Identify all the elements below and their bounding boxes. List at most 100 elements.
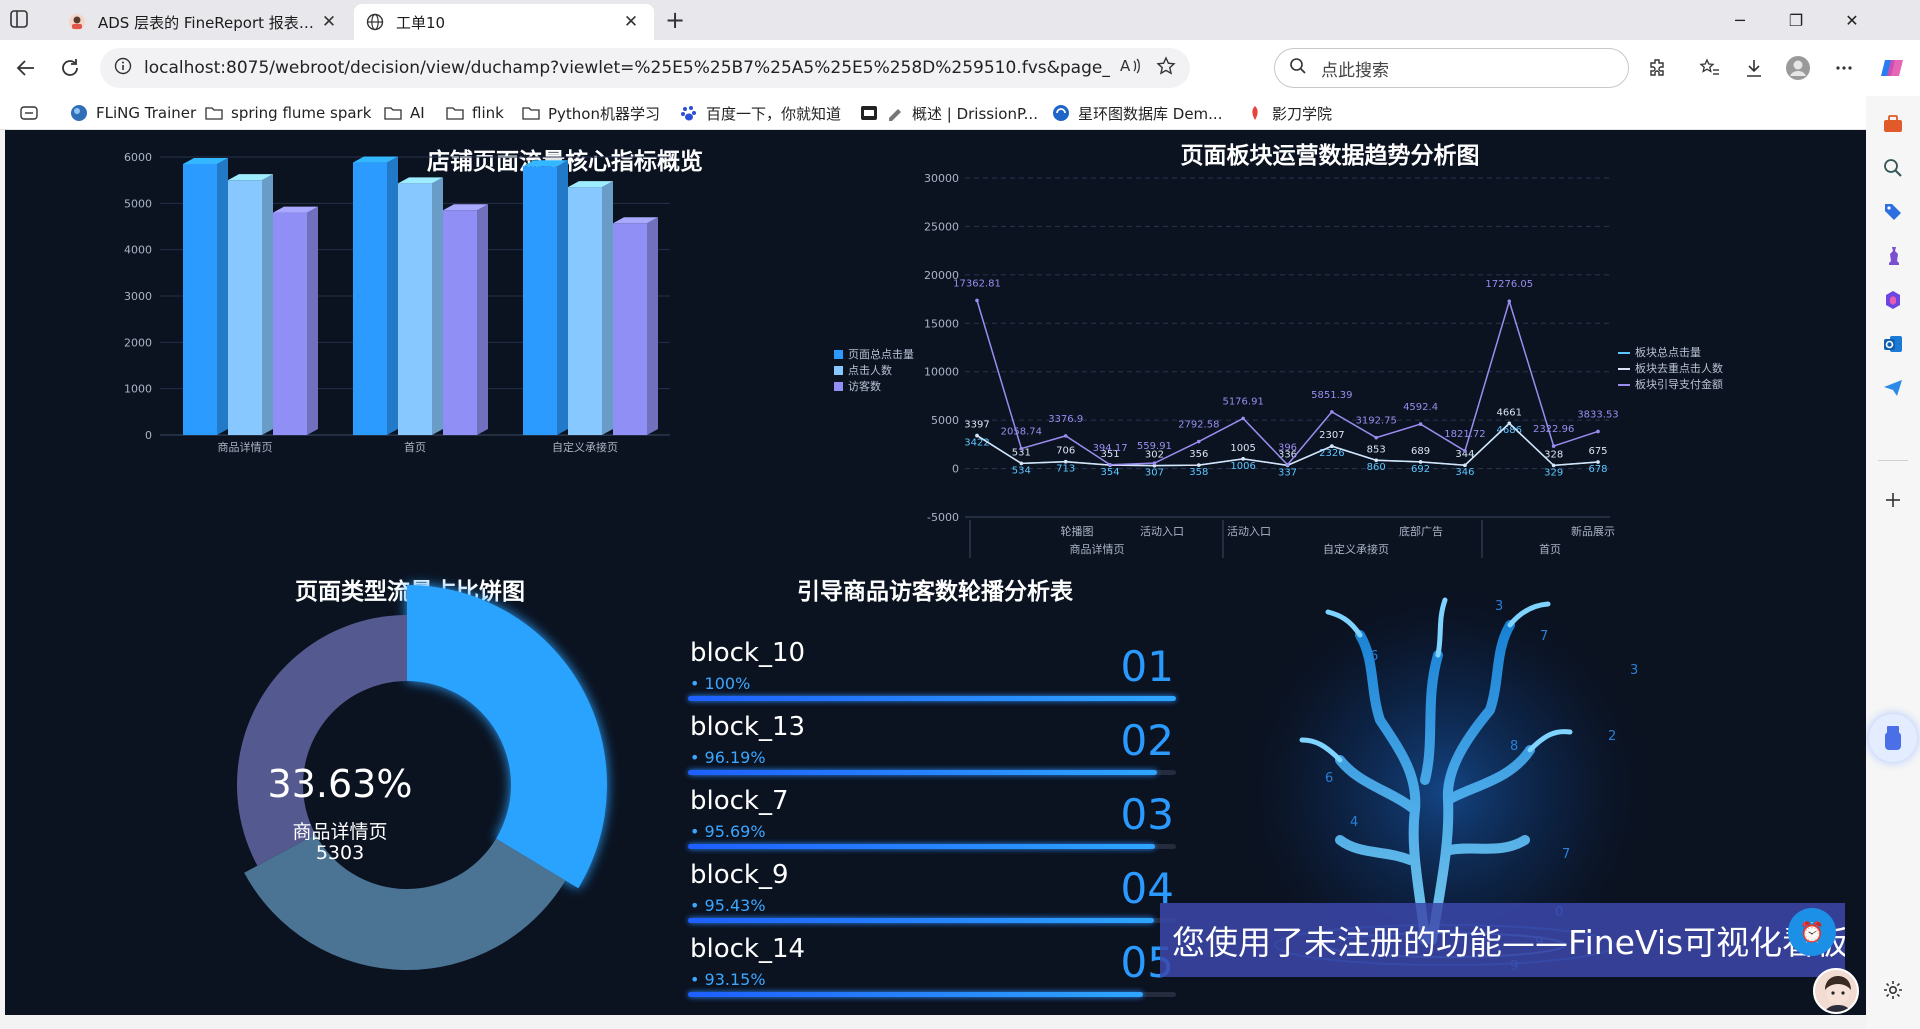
bookmark-fling[interactable]: FLiNG Trainer	[70, 102, 196, 124]
minimize-icon[interactable]: ─	[1712, 0, 1768, 40]
office-icon[interactable]	[1879, 286, 1907, 314]
line-data-label: 1006	[1230, 461, 1255, 472]
line-point	[1196, 439, 1201, 444]
svg-text:7: 7	[1562, 847, 1570, 862]
line-data-label: 358	[1189, 467, 1208, 478]
bookmark-baidu[interactable]: 百度一下，你就知道	[680, 102, 841, 124]
refresh-icon[interactable]	[54, 52, 86, 84]
search-icon[interactable]	[1879, 154, 1907, 182]
search-box[interactable]: 点此搜索	[1274, 48, 1629, 88]
line-data-label: 713	[1056, 464, 1075, 475]
back-arrow-icon[interactable]	[10, 52, 42, 84]
svg-text:3: 3	[1630, 663, 1638, 678]
new-tab-icon[interactable]: +	[662, 8, 688, 34]
rank-row: block_13 • 96.19% 02	[688, 712, 1176, 786]
restore-icon[interactable]: ❐	[1768, 0, 1824, 40]
read-aloud-icon[interactable]: A	[1120, 56, 1142, 81]
rank-percent: • 95.69%	[690, 822, 766, 841]
usb-assistant-icon[interactable]	[1869, 714, 1917, 762]
address-bar[interactable]: localhost:8075/webroot/decision/view/duc…	[100, 48, 1190, 88]
copilot-icon[interactable]	[1876, 52, 1908, 84]
line-point	[1463, 463, 1467, 468]
close-icon[interactable]: ✕	[318, 11, 340, 33]
line-x-tick: 底部广告	[1399, 524, 1443, 538]
bookmark-yingdao[interactable]: 影刀学院	[1246, 102, 1332, 124]
tag-icon[interactable]	[1879, 198, 1907, 226]
bookmark-drission[interactable]: 概述 | DrissionP...	[860, 102, 1038, 124]
line-point	[1019, 461, 1024, 466]
alarm-clock-icon[interactable]: ⏰	[1788, 908, 1836, 956]
tab-work-order[interactable]: 工单10 ✕	[354, 4, 654, 40]
rank-progress-track	[688, 918, 1176, 923]
rank-number: 01	[1120, 642, 1174, 691]
bookmark-flink[interactable]: flink	[446, 102, 504, 124]
svg-text:7: 7	[1540, 629, 1548, 644]
tab-actions-icon[interactable]	[8, 8, 38, 32]
rank-progress-fill	[688, 844, 1155, 849]
donut-center-percent: 33.63%	[267, 762, 413, 806]
bookmark-ai[interactable]: AI	[384, 102, 425, 124]
extensions-icon[interactable]	[1642, 52, 1674, 84]
bookmark-transwarp[interactable]: 星环图数据库 Dem...	[1052, 102, 1222, 124]
line-y-tick: -5000	[927, 511, 959, 524]
assistant-avatar[interactable]	[1813, 968, 1859, 1014]
folder-icon	[446, 104, 464, 122]
line-x-tick: 活动入口	[1227, 525, 1271, 538]
bookmark-spring[interactable]: spring flume spark	[205, 102, 371, 124]
line-x-group: 首页	[1539, 542, 1561, 556]
donut-center-label: 商品详情页	[292, 821, 388, 843]
profile-avatar[interactable]	[1782, 52, 1814, 84]
yingdao-logo-icon	[1246, 104, 1264, 122]
line-point	[1418, 460, 1423, 464]
chess-icon[interactable]	[1879, 242, 1907, 270]
line-data-label: 860	[1367, 462, 1386, 473]
tab-title: 工单10	[396, 13, 446, 32]
line-point	[1596, 429, 1600, 434]
site-info-icon[interactable]	[114, 57, 132, 80]
line-data-label: 346	[1455, 467, 1474, 478]
line-data-label: 2307	[1319, 430, 1344, 441]
outlook-icon[interactable]	[1879, 330, 1907, 358]
line-point	[1063, 434, 1068, 438]
sidebar-divider	[1878, 460, 1908, 461]
toolbox-icon[interactable]	[1879, 110, 1907, 138]
line-data-label: 328	[1544, 449, 1563, 460]
tab-title: ADS 层表的 FineReport 报表设计	[98, 13, 318, 32]
close-icon[interactable]: ✕	[620, 11, 642, 33]
line-data-label: 3397	[964, 420, 989, 431]
rank-percent: • 96.19%	[690, 748, 766, 767]
reading-list-icon[interactable]	[20, 102, 38, 124]
tab-ads-report[interactable]: ADS 层表的 FineReport 报表设计 ✕	[56, 4, 352, 40]
url-text[interactable]: localhost:8075/webroot/decision/view/duc…	[144, 58, 1110, 78]
window-close-icon[interactable]: ✕	[1824, 0, 1880, 40]
download-icon[interactable]	[1738, 52, 1770, 84]
line-data-label: 17362.81	[953, 278, 1001, 289]
favorites-icon[interactable]	[1694, 52, 1726, 84]
settings-gear-icon[interactable]	[1879, 976, 1907, 1004]
bookmark-python-ml[interactable]: Python机器学习	[522, 102, 660, 124]
line-data-label: 1005	[1230, 443, 1255, 454]
line-data-label: 2058.74	[1001, 427, 1042, 438]
line-data-label: 354	[1101, 467, 1120, 478]
rank-name: block_13	[690, 712, 806, 742]
unregistered-feature-watermark: 您使用了未注册的功能——FineVis可视化看板	[1160, 903, 1845, 977]
line-point	[1374, 458, 1379, 463]
rank-name: block_7	[690, 786, 789, 816]
rank-number: 03	[1120, 790, 1174, 839]
rank-name: block_10	[690, 638, 806, 668]
line-y-tick: 15000	[924, 317, 959, 330]
line-data-label: 329	[1544, 467, 1563, 478]
line-data-label: 4661	[1497, 407, 1522, 418]
rank-table-title: 引导商品访客数轮播分析表	[797, 578, 1073, 605]
favorite-star-icon[interactable]	[1156, 55, 1176, 81]
folder-icon	[522, 104, 540, 122]
rank-number: 02	[1120, 716, 1174, 765]
svg-text:A: A	[1120, 57, 1131, 75]
line-legend-label: 板块引导支付金额	[1635, 377, 1723, 391]
line-point	[975, 433, 979, 438]
add-icon[interactable]	[1879, 486, 1907, 514]
more-menu-icon[interactable]	[1828, 52, 1860, 84]
avatar-favicon-icon	[68, 13, 86, 31]
rank-percent: • 95.43%	[690, 896, 766, 915]
send-icon[interactable]	[1879, 374, 1907, 402]
